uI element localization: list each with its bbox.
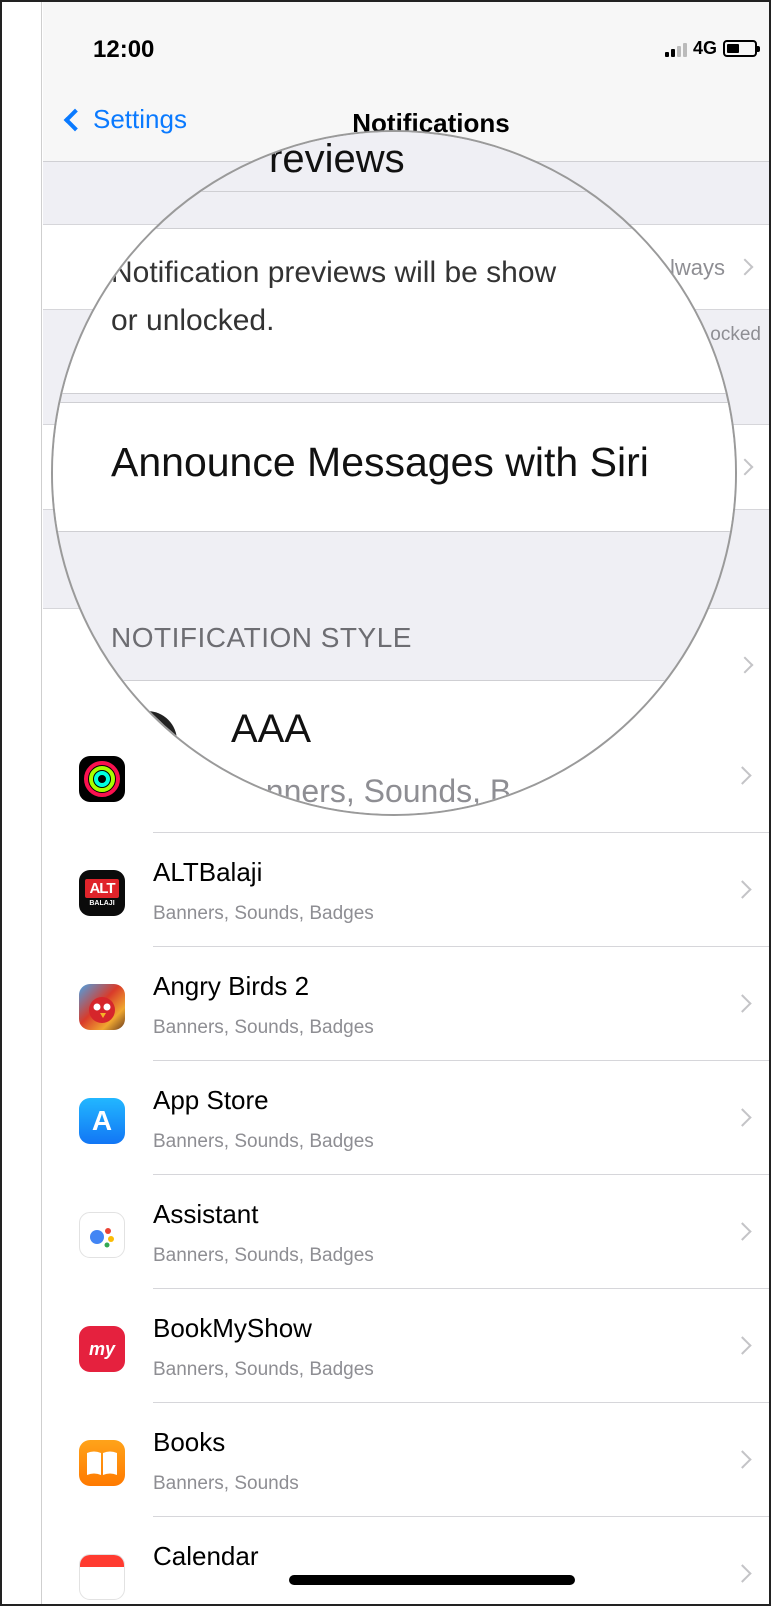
angry-birds-icon — [79, 984, 125, 1030]
mag-previews-section: reviews — [53, 132, 735, 192]
network-type: 4G — [692, 38, 717, 58]
left-margin-strip — [2, 2, 42, 1604]
app-name: Assistant — [153, 1199, 259, 1229]
assistant-icon — [79, 1212, 125, 1258]
mag-previews-note-row: Notification previews will be show or un… — [53, 228, 735, 394]
chevron-right-icon — [733, 766, 752, 785]
app-name: ALTBalaji — [153, 857, 263, 887]
app-subtitle: Banners, Sounds, Badges — [153, 903, 374, 924]
books-icon — [79, 1440, 125, 1486]
chevron-right-icon — [736, 656, 754, 674]
chevron-right-icon — [736, 458, 754, 476]
list-item[interactable]: Assistant Banners, Sounds, Badges — [43, 1175, 769, 1289]
chevron-right-icon — [733, 994, 752, 1013]
app-name: BookMyShow — [153, 1313, 312, 1343]
previews-note: Notification previews will be show or un… — [111, 256, 557, 337]
list-item[interactable]: ALT BALAJI ALTBalaji Banners, Sounds, Ba… — [43, 833, 769, 947]
status-indicators: 4G — [664, 38, 760, 59]
app-name: Books — [153, 1427, 226, 1457]
chevron-right-icon — [733, 1336, 752, 1355]
list-item[interactable]: Books Banners, Sounds — [43, 1403, 769, 1517]
first-app-subtitle: Bannersnners, Sounds, B — [195, 773, 512, 809]
calendar-icon — [79, 1554, 125, 1600]
previews-heading: reviews — [269, 137, 405, 181]
notification-style-header: NOTIFICATION STYLE — [111, 622, 412, 653]
list-item[interactable]: A App Store Banners, Sounds, Badges — [43, 1061, 769, 1175]
app-name: Angry Birds 2 — [153, 971, 310, 1001]
home-indicator — [289, 1575, 575, 1585]
cellular-signal-icon — [664, 41, 687, 57]
first-app-name: AAA — [231, 707, 312, 751]
chevron-right-icon — [733, 1564, 752, 1583]
status-time: 12:00 — [93, 36, 155, 63]
app-subtitle: Banners, Sounds, Badges — [153, 1131, 374, 1152]
bookmyshow-icon: my — [79, 1326, 125, 1372]
phone-screen: 12:00 4G Settings Notifications lways oc… — [43, 2, 769, 1604]
app-name: Calendar — [153, 1541, 259, 1571]
mag-announce-row[interactable]: Announce Messages with Siri — [53, 402, 735, 532]
list-item[interactable]: my BookMyShow Banners, Sounds, Badges — [43, 1289, 769, 1403]
chevron-right-icon — [733, 1108, 752, 1127]
app-icon — [117, 711, 177, 771]
announce-messages-label: Announce Messages with Siri — [111, 439, 649, 485]
list-item[interactable]: Calendar — [43, 1517, 769, 1604]
chevron-right-icon — [733, 1450, 752, 1469]
app-name: App Store — [153, 1085, 269, 1115]
screenshot-frame: 12:00 4G Settings Notifications lways oc… — [0, 0, 771, 1606]
app-notification-list: ALT BALAJI ALTBalaji Banners, Sounds, Ba… — [43, 719, 769, 1604]
app-subtitle: Banners, Sounds — [153, 1473, 299, 1494]
battery-icon — [723, 40, 760, 57]
app-subtitle: Banners, Sounds, Badges — [153, 1245, 374, 1266]
app-subtitle: Banners, Sounds, Badges — [153, 1359, 374, 1380]
altbalaji-icon: ALT BALAJI — [79, 870, 125, 916]
app-store-icon: A — [79, 1098, 125, 1144]
status-bar: 12:00 4G — [43, 2, 769, 84]
magnifier-overlay: reviews Notification previews will be sh… — [51, 130, 737, 816]
mag-first-app-row[interactable]: AAA Bannersnners, Sounds, B — [53, 680, 735, 814]
app-subtitle: Banners, Sounds, Badges — [153, 1017, 374, 1038]
list-item[interactable]: Angry Birds 2 Banners, Sounds, Badges — [43, 947, 769, 1061]
chevron-right-icon — [733, 1222, 752, 1241]
chevron-right-icon — [736, 258, 754, 276]
chevron-right-icon — [733, 880, 752, 899]
